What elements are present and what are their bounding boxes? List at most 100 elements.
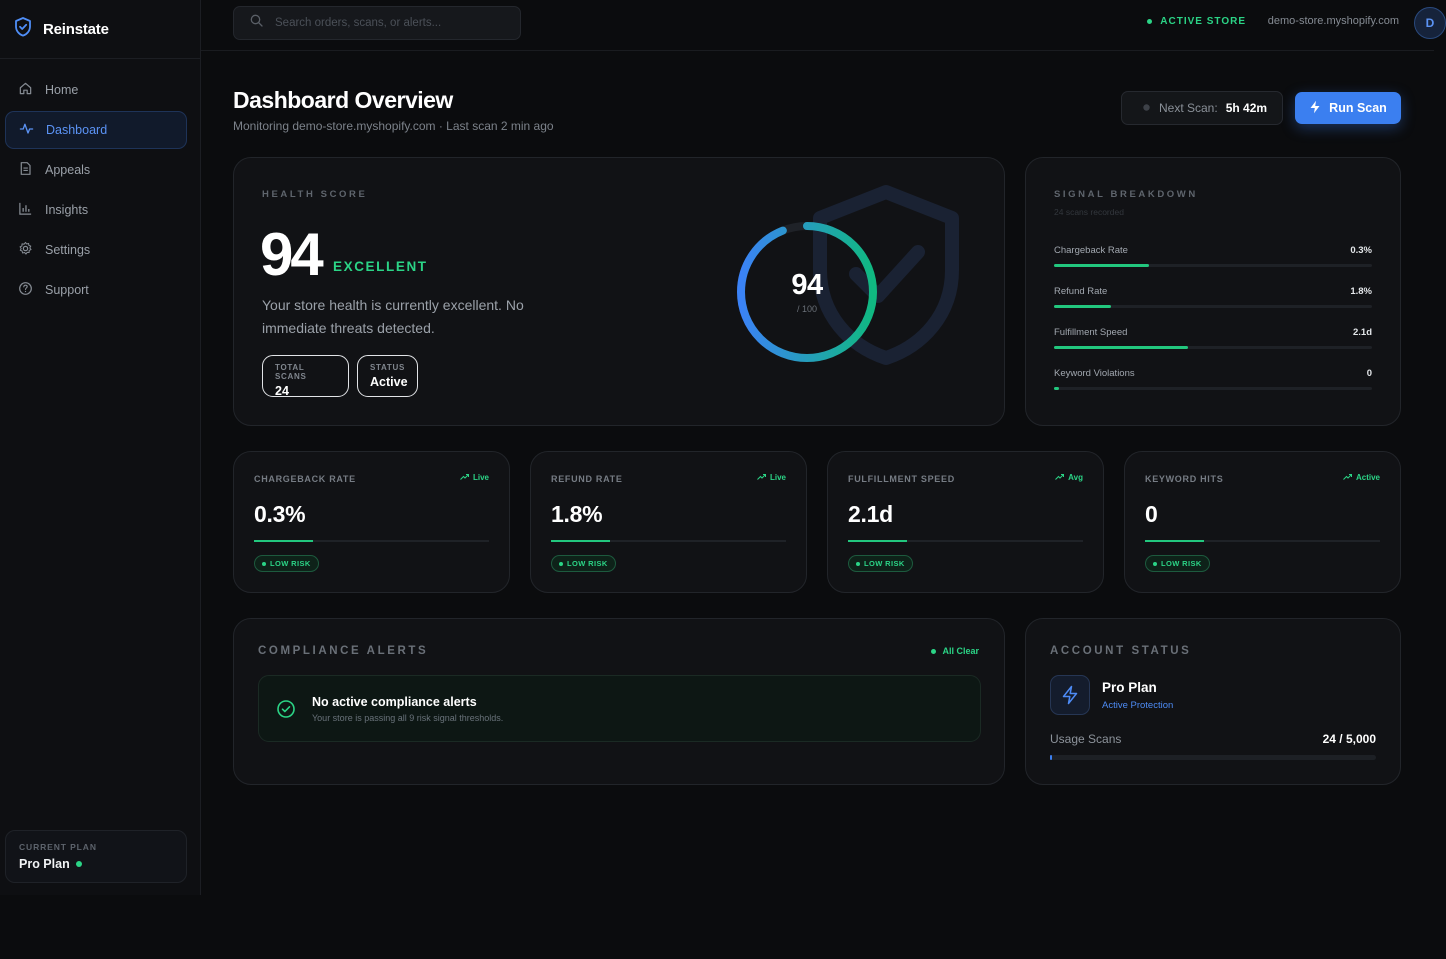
risk-dot — [856, 561, 860, 566]
metric-caption: REFUND RATE — [551, 474, 623, 484]
sidebar-item-dashboard[interactable]: Dashboard — [5, 111, 187, 149]
metric-tag-label: Live — [472, 473, 489, 482]
risk-dot — [559, 561, 563, 566]
total-scans-value: 24 — [275, 384, 289, 398]
alert-description: Your store is passing all 9 risk signal … — [312, 713, 504, 723]
signal-breakdown-subtitle: 24 scans recorded — [1054, 207, 1124, 217]
metric-tag-label: Avg — [1068, 473, 1083, 482]
usage-progress-fill — [1050, 755, 1052, 760]
signal-value: 2.1d — [1352, 327, 1372, 338]
signal-fill — [1054, 346, 1188, 349]
metric-value: 0.3% — [254, 501, 306, 527]
signal-label: Fulfillment Speed — [1054, 327, 1128, 338]
sidebar: Reinstate Home Dashboard Appeals Insight… — [0, 0, 201, 895]
metric-tag: Live — [460, 473, 489, 482]
metric-value: 0 — [1145, 501, 1158, 527]
brand-name: Reinstate — [43, 20, 109, 38]
usage-value: 24 / 5,000 — [1322, 732, 1376, 746]
all-clear-tag: All Clear — [931, 646, 979, 656]
store-status-label: ACTIVE STORE — [1160, 16, 1246, 27]
sidebar-item-support[interactable]: Support — [5, 271, 187, 309]
signal-breakdown-card: SIGNAL BREAKDOWN 24 scans recorded Charg… — [1025, 157, 1401, 426]
run-scan-button[interactable]: Run Scan — [1295, 92, 1401, 124]
store-status-dot — [1147, 19, 1153, 24]
status-caption: STATUS — [370, 363, 406, 372]
trend-up-icon — [1055, 473, 1065, 482]
gauge-max: / 100 — [796, 304, 818, 314]
health-score-caption: HEALTH SCORE — [262, 189, 368, 200]
signal-track — [1054, 346, 1372, 349]
metric-tag: Avg — [1055, 473, 1083, 482]
signal-label: Refund Rate — [1054, 286, 1108, 297]
metric-value: 1.8% — [551, 501, 603, 527]
risk-badge: LOW RISK — [254, 555, 319, 572]
risk-badge: LOW RISK — [1145, 555, 1210, 572]
trend-up-icon — [460, 473, 469, 482]
signal-fill — [1054, 305, 1112, 308]
account-caption: ACCOUNT STATUS — [1050, 645, 1192, 657]
account-status-card: ACCOUNT STATUS Pro Plan Active Protectio… — [1025, 618, 1401, 785]
metric-card-keyword[interactable]: KEYWORD HITS Active 0 LOW RISK — [1124, 451, 1401, 593]
status-value: Active — [370, 375, 408, 389]
search-box[interactable] — [233, 6, 521, 40]
account-plan-name: Pro Plan — [1102, 680, 1157, 695]
sidebar-item-insights[interactable]: Insights — [5, 191, 187, 229]
risk-badge-label: LOW RISK — [864, 559, 905, 568]
health-score-card: HEALTH SCORE 94 EXCELLENT Your store hea… — [233, 157, 1005, 426]
current-plan-card[interactable]: CURRENT PLAN Pro Plan — [5, 830, 187, 883]
compliance-caption: COMPLIANCE ALERTS — [258, 645, 429, 657]
sidebar-item-label: Home — [45, 83, 79, 97]
sidebar-item-settings[interactable]: Settings — [5, 231, 187, 269]
signal-row: Fulfillment Speed 2.1d — [1054, 327, 1372, 349]
shield-check-icon — [14, 16, 32, 42]
document-icon — [18, 161, 33, 179]
sidebar-item-home[interactable]: Home — [5, 71, 187, 109]
lightning-icon — [1050, 675, 1090, 715]
metric-track — [551, 540, 786, 542]
metric-fill — [848, 540, 907, 542]
risk-dot — [1153, 561, 1157, 566]
sidebar-nav: Home Dashboard Appeals Insights Settings… — [0, 59, 200, 309]
metric-card-chargeback[interactable]: CHARGEBACK RATE Live 0.3% LOW RISK — [233, 451, 510, 593]
signal-value: 1.8% — [1350, 286, 1372, 297]
sidebar-item-label: Dashboard — [46, 123, 108, 137]
metric-caption: KEYWORD HITS — [1145, 474, 1224, 484]
activity-icon — [19, 121, 34, 139]
search-input[interactable] — [275, 17, 495, 29]
compliance-alert-box: No active compliance alerts Your store i… — [258, 675, 981, 742]
metric-tag-label: Active — [1355, 473, 1380, 482]
risk-badge-label: LOW RISK — [1161, 559, 1202, 568]
next-scan-value: 5h 42m — [1225, 101, 1268, 115]
sidebar-item-appeals[interactable]: Appeals — [5, 151, 187, 189]
risk-badge-label: LOW RISK — [567, 559, 608, 568]
app-root: Reinstate Home Dashboard Appeals Insight… — [0, 0, 1446, 959]
store-domain[interactable]: demo-store.myshopify.com — [1268, 15, 1399, 27]
metric-card-refund[interactable]: REFUND RATE Live 1.8% LOW RISK — [530, 451, 807, 593]
signal-track — [1054, 264, 1372, 267]
metric-card-fulfillment[interactable]: FULFILLMENT SPEED Avg 2.1d LOW RISK — [827, 451, 1104, 593]
gauge-value: 94 — [791, 269, 823, 301]
next-scan-indicator: Next Scan: 5h 42m — [1121, 91, 1283, 125]
signal-track — [1054, 387, 1372, 390]
signal-row: Keyword Violations 0 — [1054, 368, 1372, 390]
bar-chart-icon — [18, 201, 33, 219]
risk-badge: LOW RISK — [551, 555, 616, 572]
metric-fill — [551, 540, 610, 542]
home-icon — [18, 81, 33, 99]
metric-caption: FULFILLMENT SPEED — [848, 474, 955, 484]
sidebar-item-label: Support — [45, 283, 89, 297]
signal-value: 0 — [1366, 368, 1372, 379]
help-circle-icon — [18, 281, 33, 299]
total-scans-caption: TOTAL SCANS — [275, 363, 307, 381]
risk-dot — [262, 561, 266, 566]
alert-title: No active compliance alerts — [312, 695, 477, 709]
metric-value: 2.1d — [848, 501, 893, 527]
signal-value: 0.3% — [1350, 245, 1372, 256]
clock-icon — [1142, 101, 1151, 115]
page-subtitle: Monitoring demo-store.myshopify.com · La… — [233, 119, 554, 133]
check-circle-icon — [276, 699, 296, 724]
brand[interactable]: Reinstate — [0, 0, 200, 59]
lightning-icon — [1309, 100, 1321, 117]
avatar[interactable]: D — [1414, 7, 1446, 39]
metric-track — [848, 540, 1083, 542]
